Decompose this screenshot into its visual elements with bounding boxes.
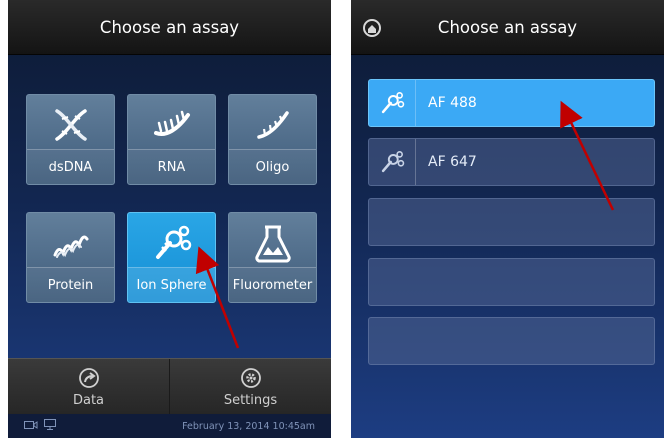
page-title: Choose an assay <box>437 17 578 37</box>
protein-coil-icon <box>27 219 114 267</box>
assay-screen-left: Choose an assay dsDNA RNA Oligo Protein … <box>8 0 331 438</box>
tile-fluorometer[interactable]: Fluorometer <box>228 212 317 303</box>
tile-label: Fluorometer <box>229 267 316 302</box>
status-datetime: February 13, 2014 10:45am <box>182 420 315 432</box>
tile-label: Oligo <box>229 149 316 184</box>
rna-strand-icon <box>128 101 215 149</box>
tile-rna[interactable]: RNA <box>127 94 216 185</box>
export-arrow-icon <box>78 367 100 393</box>
home-button[interactable] <box>363 19 381 37</box>
settings-button[interactable]: Settings <box>169 359 331 415</box>
list-item-empty <box>368 258 655 306</box>
list-item-empty <box>368 317 655 365</box>
ion-sphere-icon <box>369 80 416 126</box>
assay-screen-right: Choose an assay AF 488 AF 647 <box>351 0 664 438</box>
data-button[interactable]: Data <box>8 359 169 415</box>
list-item-empty <box>368 198 655 246</box>
dna-helix-icon <box>27 101 114 149</box>
list-item-af647[interactable]: AF 647 <box>368 138 655 186</box>
ion-sphere-icon <box>369 139 416 185</box>
flask-icon <box>229 219 316 267</box>
title-bar: Choose an assay <box>8 0 331 55</box>
monitor-icon <box>44 419 56 433</box>
bottom-bar: Data Settings <box>8 358 331 415</box>
list-item-label: AF 647 <box>428 154 477 170</box>
gear-icon <box>240 367 262 393</box>
home-icon <box>367 19 377 38</box>
tile-ion-sphere[interactable]: Ion Sphere <box>127 212 216 303</box>
tile-label: Protein <box>27 267 114 302</box>
settings-button-label: Settings <box>223 392 278 408</box>
list-item-af488[interactable]: AF 488 <box>368 79 655 127</box>
camera-icon <box>24 420 38 433</box>
oligo-strand-icon <box>229 101 316 149</box>
list-item-label: AF 488 <box>428 95 477 111</box>
tile-protein[interactable]: Protein <box>26 212 115 303</box>
tile-oligo[interactable]: Oligo <box>228 94 317 185</box>
page-title: Choose an assay <box>99 17 240 37</box>
tile-label: RNA <box>128 149 215 184</box>
tile-label: Ion Sphere <box>128 267 215 302</box>
title-bar: Choose an assay <box>351 0 664 55</box>
tile-dsdna[interactable]: dsDNA <box>26 94 115 185</box>
ion-sphere-icon <box>128 219 215 267</box>
status-bar: February 13, 2014 10:45am <box>8 414 331 438</box>
data-button-label: Data <box>72 392 105 408</box>
tile-label: dsDNA <box>27 149 114 184</box>
